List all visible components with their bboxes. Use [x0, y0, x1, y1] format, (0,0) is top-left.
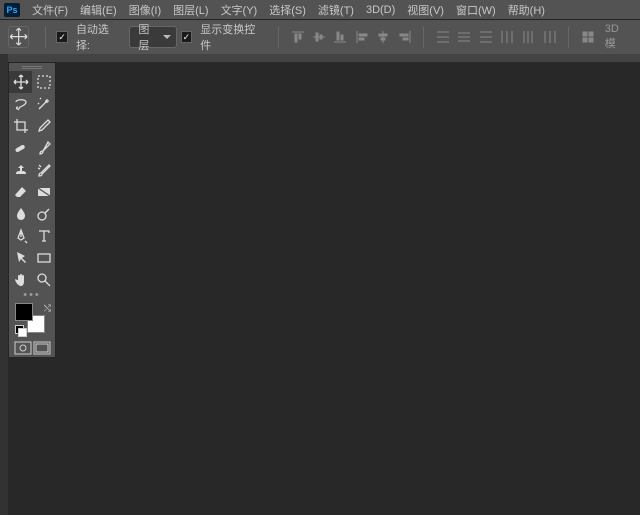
current-tool-indicator[interactable]: [8, 26, 29, 48]
separator: [423, 26, 424, 48]
align-right-edges-button[interactable]: [396, 28, 413, 46]
menu-3d[interactable]: 3D(D): [360, 2, 401, 18]
history-brush-tool[interactable]: [32, 159, 55, 181]
marquee-tool[interactable]: [32, 71, 55, 93]
distribute-vertical-button[interactable]: [456, 28, 473, 46]
rectangle-tool[interactable]: [32, 247, 55, 269]
separator: [45, 26, 46, 48]
auto-select-value: 图层: [138, 21, 159, 53]
blur-tool[interactable]: [9, 203, 32, 225]
brush-tool[interactable]: [32, 137, 55, 159]
swap-colors-icon[interactable]: ⤭: [44, 303, 51, 314]
align-bottom-edges-button[interactable]: [332, 28, 349, 46]
align-top-edges-button[interactable]: [289, 28, 306, 46]
path-selection-tool[interactable]: [9, 247, 32, 269]
app-logo: Ps: [4, 3, 20, 17]
move-icon: [9, 27, 28, 46]
menu-filter[interactable]: 滤镜(T): [312, 0, 360, 20]
distribute-left-button[interactable]: [498, 28, 515, 46]
hand-tool[interactable]: [9, 269, 32, 291]
tools-panel: ••• ⤭: [8, 62, 56, 358]
document-tab-strip: [8, 54, 640, 62]
pen-tool[interactable]: [9, 225, 32, 247]
align-horizontal-centers-button[interactable]: [374, 28, 391, 46]
distribute-bottom-button[interactable]: [477, 28, 494, 46]
menu-image[interactable]: 图像(I): [123, 0, 167, 20]
menu-file[interactable]: 文件(F): [26, 0, 74, 20]
options-bar: 自动选择: 图层 显示变换控件 3D 模: [0, 20, 640, 54]
align-vertical-centers-button[interactable]: [310, 28, 327, 46]
menu-window[interactable]: 窗口(W): [450, 0, 502, 20]
auto-align-button[interactable]: [579, 28, 596, 46]
distribute-horizontal-button[interactable]: [520, 28, 537, 46]
move-tool[interactable]: [9, 71, 32, 93]
type-tool[interactable]: [32, 225, 55, 247]
left-dock-strip: [0, 54, 8, 515]
distribute-top-button[interactable]: [434, 28, 451, 46]
menu-layer[interactable]: 图层(L): [167, 0, 214, 20]
separator: [278, 26, 279, 48]
default-colors-icon[interactable]: [15, 325, 25, 335]
healing-brush-tool[interactable]: [9, 137, 32, 159]
magic-wand-tool[interactable]: [32, 93, 55, 115]
menu-edit[interactable]: 编辑(E): [74, 0, 123, 20]
menu-view[interactable]: 视图(V): [401, 0, 450, 20]
screen-mode-button[interactable]: [33, 341, 51, 355]
show-transform-label: 显示变换控件: [200, 21, 264, 53]
menu-type[interactable]: 文字(Y): [215, 0, 264, 20]
gradient-tool[interactable]: [32, 181, 55, 203]
panel-grip[interactable]: [9, 63, 55, 71]
distribute-right-button[interactable]: [541, 28, 558, 46]
menu-bar: Ps 文件(F) 编辑(E) 图像(I) 图层(L) 文字(Y) 选择(S) 滤…: [0, 0, 640, 20]
foreground-color-swatch[interactable]: [15, 303, 33, 321]
menu-select[interactable]: 选择(S): [263, 0, 312, 20]
auto-select-dropdown[interactable]: 图层: [129, 26, 176, 48]
3d-mode-label: 3D 模: [605, 23, 632, 51]
clone-stamp-tool[interactable]: [9, 159, 32, 181]
auto-select-label: 自动选择:: [76, 21, 121, 53]
menu-help[interactable]: 帮助(H): [502, 0, 551, 20]
show-transform-checkbox[interactable]: [181, 31, 193, 43]
canvas-area[interactable]: [56, 62, 640, 515]
auto-select-checkbox[interactable]: [56, 31, 68, 43]
color-swatches: ⤭: [9, 299, 55, 339]
crop-tool[interactable]: [9, 115, 32, 137]
dodge-tool[interactable]: [32, 203, 55, 225]
separator: [568, 26, 569, 48]
tools-divider: •••: [9, 291, 55, 299]
eyedropper-tool[interactable]: [32, 115, 55, 137]
align-left-edges-button[interactable]: [353, 28, 370, 46]
zoom-tool[interactable]: [32, 269, 55, 291]
eraser-tool[interactable]: [9, 181, 32, 203]
quick-mask-button[interactable]: [14, 341, 32, 355]
lasso-tool[interactable]: [9, 93, 32, 115]
